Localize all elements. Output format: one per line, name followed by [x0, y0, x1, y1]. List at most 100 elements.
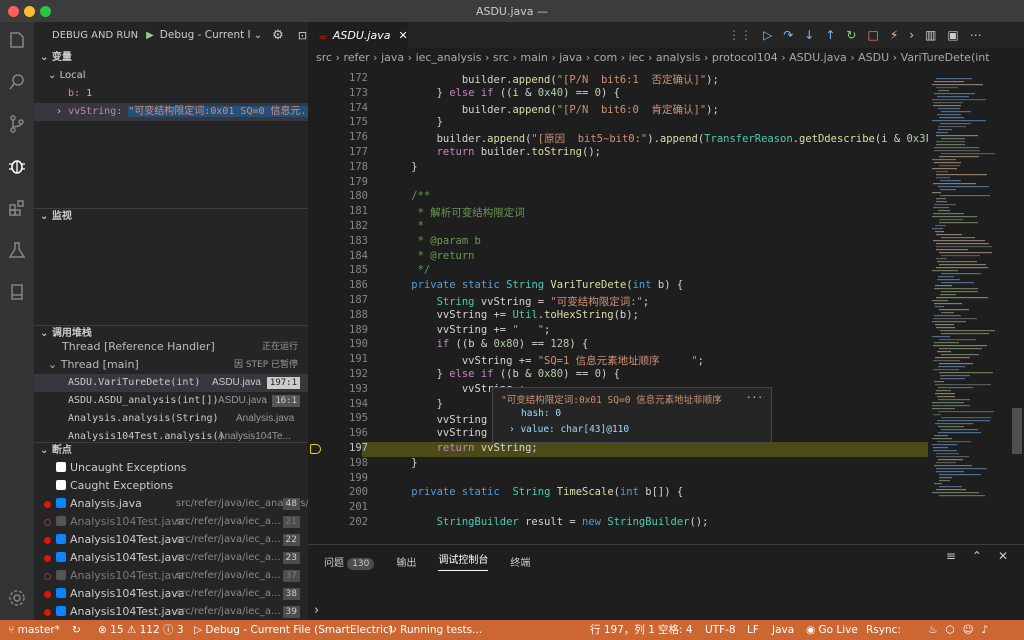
code-line[interactable]: StringBuilder result = new StringBuilder…	[386, 516, 709, 528]
breakpoint-item[interactable]: Analysis104Test.java src/refer/java/iec_a…	[34, 549, 308, 567]
line-number[interactable]: 179	[308, 176, 368, 188]
checkbox[interactable]	[56, 606, 66, 616]
code-line[interactable]: return vvString;	[386, 442, 538, 454]
stack-frame[interactable]: ASDU.ASDU_analysis(int[]) ASDU.java 16:1	[34, 392, 308, 410]
step-out-icon[interactable]: ↑	[825, 28, 835, 42]
code-line[interactable]: }	[386, 116, 443, 128]
stack-frame[interactable]: ASDU.VariTureDete(int) ASDU.java 197:1	[34, 374, 308, 392]
code-line[interactable]: */	[386, 264, 431, 276]
debug-config-select[interactable]: Debug - Current I	[160, 29, 252, 41]
step-into-icon[interactable]: ↓	[804, 28, 814, 42]
code-line[interactable]: }	[386, 398, 443, 410]
line-number[interactable]: 183	[308, 235, 368, 247]
thread-main[interactable]: ⌄ Thread [main] 因 STEP 已暂停	[34, 356, 308, 374]
code-line[interactable]: /**	[386, 190, 430, 202]
line-number[interactable]: 193	[308, 383, 368, 395]
line-number[interactable]: 201	[308, 501, 368, 513]
caught-exceptions-option[interactable]: Caught Exceptions	[34, 477, 308, 495]
breadcrumb-item[interactable]: protocol104	[712, 51, 778, 64]
line-number[interactable]: 175	[308, 116, 368, 128]
maximize-window-button[interactable]	[40, 6, 51, 17]
close-window-button[interactable]	[8, 6, 19, 17]
chevron-down-icon[interactable]: ⌄	[254, 30, 262, 41]
settings-gear-icon[interactable]	[7, 588, 27, 608]
debug-icon[interactable]	[7, 156, 27, 176]
tab-problems[interactable]: 问题 130	[324, 554, 375, 570]
line-number[interactable]: 194	[308, 398, 368, 410]
line-number[interactable]: 181	[308, 205, 368, 217]
tab-asdu-java[interactable]: ☕ ASDU.java ✕	[308, 22, 408, 48]
checkbox[interactable]	[56, 498, 66, 508]
problems-indicator[interactable]: ⊗ 15 ⚠ 112 ⓘ 3	[98, 620, 184, 640]
breadcrumb-item[interactable]: analysis	[656, 51, 701, 64]
end-of-line[interactable]: LF	[747, 620, 759, 640]
breadcrumb-item[interactable]: main	[520, 51, 547, 64]
gear-icon[interactable]: ⚙	[272, 28, 284, 43]
breadcrumb-item[interactable]: ASDU.java	[789, 51, 847, 64]
checkbox[interactable]	[56, 516, 66, 526]
tab-output[interactable]: 输出	[396, 554, 416, 569]
breadcrumb-item[interactable]: java	[381, 51, 404, 64]
checkbox[interactable]	[56, 552, 66, 562]
language-mode[interactable]: Java	[772, 620, 794, 640]
variable-hover-popup[interactable]: "可变结构限定词:0x01 SQ=0 信息元素地址非顺序 ... hash: 0…	[492, 387, 772, 443]
scrollbar-thumb[interactable]	[1012, 408, 1022, 454]
debug-console-icon[interactable]: ⊡	[298, 29, 307, 42]
hover-more[interactable]: ...	[746, 390, 763, 401]
code-line[interactable]: String vvString = "可变结构限定词:";	[386, 294, 650, 309]
code-line[interactable]: * @param b	[386, 235, 481, 247]
more-actions-icon[interactable]: ⋯	[970, 28, 982, 42]
line-number[interactable]: 184	[308, 250, 368, 262]
breakpoint-item[interactable]: Analysis104Test.java src/refer/java/iec_a…	[34, 603, 308, 621]
line-number[interactable]: 173	[308, 87, 368, 99]
variable-b[interactable]: b: 1	[34, 85, 308, 103]
code-line[interactable]: *	[386, 220, 424, 232]
test-status[interactable]: ↻ Running tests...	[388, 620, 482, 640]
line-number[interactable]: 187	[308, 294, 368, 306]
line-number[interactable]: 176	[308, 131, 368, 143]
chevron-right-icon[interactable]: ›	[909, 28, 914, 42]
filter-icon[interactable]: ≡	[946, 549, 956, 563]
line-number[interactable]: 197	[308, 442, 368, 454]
breakpoint-item[interactable]: Analysis104Test.java src/refer/java/iec_a…	[34, 513, 308, 531]
code-line[interactable]: builder.append("[P/N bit6:0 肯定确认]");	[386, 102, 719, 117]
code-line[interactable]: builder.append("[P/N bit6:1 否定确认]");	[386, 72, 719, 87]
breadcrumb-item[interactable]: refer	[343, 51, 369, 64]
code-line[interactable]: }	[386, 457, 417, 469]
step-over-icon[interactable]: ↷	[783, 28, 793, 42]
breakpoints-section[interactable]: ⌄ 断点	[34, 442, 308, 458]
restart-icon[interactable]: ↻	[846, 28, 856, 42]
flame-icon[interactable]: ♨	[928, 624, 945, 636]
stop-icon[interactable]: □	[867, 28, 878, 42]
checkbox[interactable]	[56, 462, 66, 472]
layout-icon[interactable]: ▣	[947, 28, 958, 42]
source-control-icon[interactable]	[7, 114, 27, 134]
breakpoint-item[interactable]: Analysis.java src/refer/java/iec_analysis…	[34, 495, 308, 513]
line-number[interactable]: 192	[308, 368, 368, 380]
line-number[interactable]: 182	[308, 220, 368, 232]
line-number[interactable]: 200	[308, 486, 368, 498]
minimize-window-button[interactable]	[24, 6, 35, 17]
variable-vvstring[interactable]: › vvString: "可变结构限定词:0x01 SQ=0 信息元...	[34, 103, 308, 121]
watch-section[interactable]: ⌄ 监视	[34, 208, 308, 224]
line-number[interactable]: 177	[308, 146, 368, 158]
split-editor-icon[interactable]: ▥	[925, 28, 936, 42]
testing-icon[interactable]	[7, 240, 27, 260]
local-scope[interactable]: ⌄ Local	[34, 67, 308, 85]
console-prompt[interactable]: ›	[314, 603, 319, 618]
breakpoint-item[interactable]: Analysis104Test.java src/refer/java/iec_a…	[34, 531, 308, 549]
code-line[interactable]: }	[386, 161, 417, 173]
line-number[interactable]: 188	[308, 309, 368, 321]
search-icon[interactable]	[7, 72, 27, 92]
line-number[interactable]: 178	[308, 161, 368, 173]
line-number[interactable]: 174	[308, 102, 368, 114]
variables-section[interactable]: ⌄ 变量	[34, 50, 308, 66]
tab-terminal[interactable]: 终端	[510, 554, 530, 569]
code-line[interactable]: } else if ((b & 0x80) == 0) {	[386, 368, 620, 380]
checkbox[interactable]	[56, 534, 66, 544]
sync-icon[interactable]: ↻	[72, 620, 81, 640]
line-number[interactable]: 190	[308, 338, 368, 350]
go-live-button[interactable]: ◉ Go Live	[806, 620, 858, 640]
tab-debug-console[interactable]: 调试控制台	[438, 551, 489, 571]
feedback-icon[interactable]: ☺	[963, 624, 982, 636]
